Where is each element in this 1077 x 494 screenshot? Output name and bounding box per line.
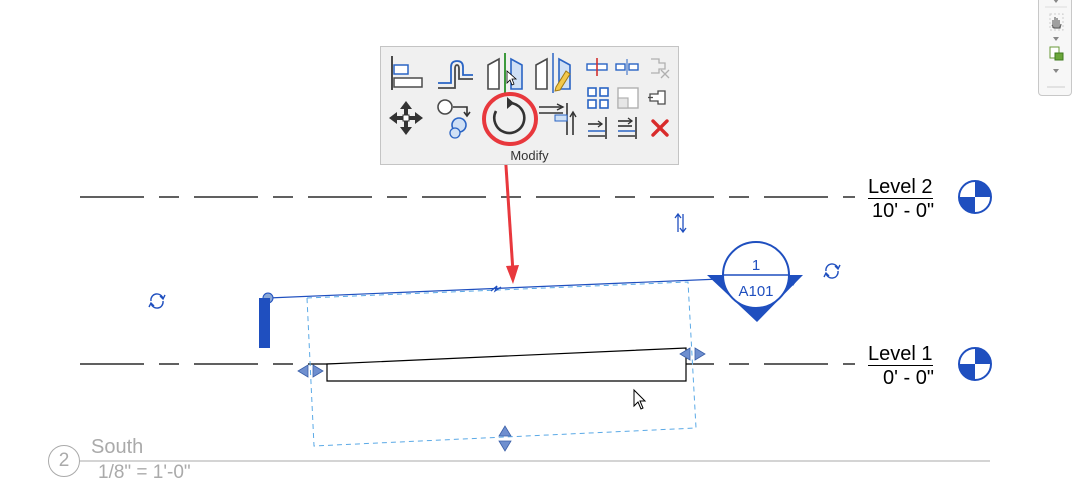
- level-1-head-icon[interactable]: [958, 347, 992, 381]
- split-with-gap-button[interactable]: [614, 55, 640, 79]
- annotation-arrowhead-icon: [506, 265, 519, 284]
- view-number-badge: 2: [48, 445, 80, 477]
- delete-icon: [651, 119, 669, 137]
- section-sheet: A101: [738, 283, 773, 300]
- align-tool-icon: [391, 56, 423, 90]
- modify-ribbon-panel: Modify: [380, 46, 679, 165]
- section-head-icon[interactable]: [707, 241, 803, 322]
- rotate-tool-button[interactable]: [481, 91, 539, 147]
- zoom-region-icon[interactable]: [1049, 46, 1064, 61]
- flip-arrows-icon[interactable]: [674, 212, 687, 234]
- offset-tool-icon: [438, 60, 473, 89]
- move-tool-button[interactable]: [387, 99, 425, 137]
- pan-hand-icon[interactable]: [1049, 13, 1064, 31]
- section-tail-marker[interactable]: [259, 298, 270, 348]
- trim-extend-corner-button[interactable]: [537, 99, 577, 137]
- view-title: South: [91, 436, 144, 458]
- pin-button[interactable]: [645, 85, 671, 111]
- panel-title: Modify: [510, 148, 549, 163]
- view-scale: 1/8" = 1'-0": [98, 462, 191, 483]
- trim-extend-single-button[interactable]: [585, 115, 611, 141]
- unpin-icon: [651, 58, 670, 79]
- array-tool-icon: [587, 87, 609, 109]
- array-tool-button[interactable]: [585, 85, 611, 111]
- level-2-head-icon[interactable]: [958, 180, 992, 214]
- trim-extend-corner-icon: [539, 103, 577, 135]
- trim-extend-single-icon: [588, 117, 607, 139]
- copy-tool-icon: [437, 99, 471, 139]
- nav-dropdown-icon[interactable]: [1053, 37, 1059, 41]
- scale-tool-icon: [617, 87, 639, 109]
- offset-tool-button[interactable]: [435, 53, 477, 93]
- level-1-elevation[interactable]: 0' - 0": [883, 367, 934, 389]
- mouse-cursor-icon: [633, 388, 647, 410]
- mirror-draw-axis-button[interactable]: [533, 51, 573, 95]
- pin-icon: [648, 90, 666, 105]
- mirror-draw-axis-icon: [535, 53, 571, 93]
- copy-tool-button[interactable]: [435, 97, 475, 139]
- rotate-tool-icon: [482, 92, 538, 146]
- split-with-gap-icon: [615, 59, 639, 75]
- annotation-arrow: [503, 150, 515, 273]
- split-element-icon: [586, 58, 608, 76]
- unpin-button[interactable]: [645, 53, 671, 79]
- level-1-name[interactable]: Level 1: [868, 343, 933, 366]
- resize-bottom-arrows-icon[interactable]: [498, 425, 512, 452]
- mirror-pick-axis-icon: [487, 53, 523, 93]
- level-2-elevation[interactable]: 10' - 0": [872, 200, 934, 222]
- section-number: 1: [752, 257, 760, 274]
- zoom-dropdown-icon[interactable]: [1053, 69, 1059, 73]
- align-tool-button[interactable]: [387, 53, 425, 93]
- trim-extend-multiple-icon: [618, 117, 637, 139]
- cycle-section-tail-icon[interactable]: [148, 293, 166, 309]
- ramp-element[interactable]: [326, 347, 687, 382]
- nav-expand-icon[interactable]: [1053, 0, 1059, 3]
- navigation-bar[interactable]: [1038, 0, 1072, 96]
- move-tool-icon: [389, 101, 423, 135]
- scale-tool-button[interactable]: [615, 85, 641, 111]
- split-element-button[interactable]: [584, 55, 610, 79]
- level-2-name[interactable]: Level 2: [868, 176, 933, 199]
- trim-extend-multiple-button[interactable]: [615, 115, 641, 141]
- mirror-pick-axis-button[interactable]: [485, 51, 525, 95]
- delete-button[interactable]: [647, 115, 673, 141]
- cycle-section-head-icon[interactable]: [823, 263, 841, 279]
